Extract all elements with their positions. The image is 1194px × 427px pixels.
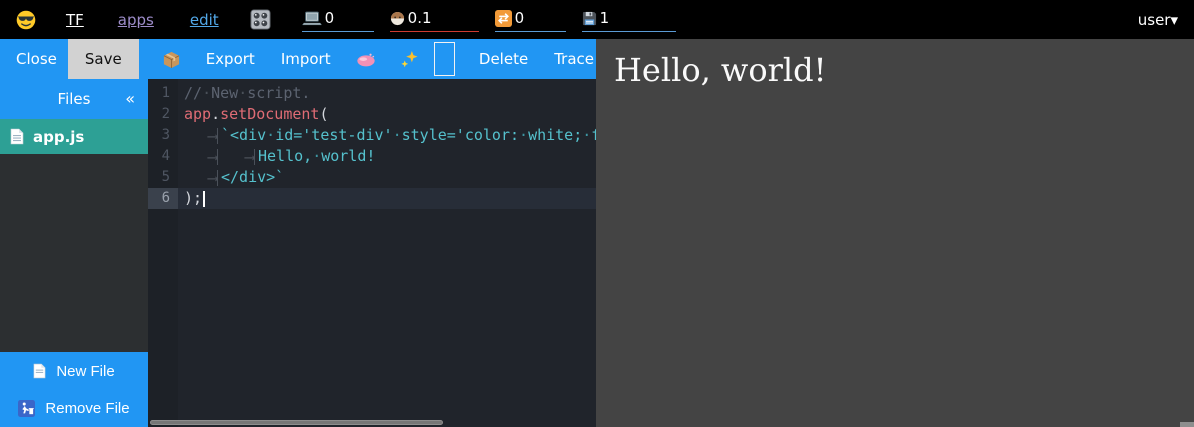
stat-field-floppy[interactable]: 1 [582, 8, 676, 32]
tab-whitespace-marker: ⟶ [221, 149, 255, 165]
editor-toolbar: Close Save Export Import [0, 39, 596, 79]
files-header: Files « [0, 79, 148, 119]
line-number: 2 [148, 104, 178, 125]
code-line: ); [178, 188, 596, 209]
tab-whitespace-marker: ⟶ [184, 149, 218, 165]
package-icon[interactable] [161, 39, 182, 79]
code-line: ⟶`<div·id='test-div'·style='color:·white… [178, 125, 596, 146]
line-number: 5 [148, 167, 178, 188]
repeat-arrows-icon [495, 10, 512, 27]
stat-value: 1 [600, 9, 610, 27]
editor-body: Files « app.j [0, 79, 596, 427]
ide-pane: Close Save Export Import [0, 39, 596, 427]
line-number: 3 [148, 125, 178, 146]
files-title: Files [58, 90, 91, 108]
stat-value: 0 [325, 9, 335, 27]
caret-down-icon: ▾ [1170, 11, 1178, 29]
file-name: app.js [33, 128, 84, 146]
remove-file-button[interactable]: Remove File [0, 390, 148, 427]
user-menu[interactable]: user▾ [1138, 11, 1178, 29]
file-item-appjs[interactable]: app.js [0, 119, 148, 154]
preview-pane: Hello, world! [596, 39, 1194, 427]
editor-gutter: 123456 [148, 79, 178, 427]
edit-link[interactable]: edit [190, 11, 219, 29]
control-knobs-icon[interactable] [250, 9, 271, 30]
stat-value: 0.1 [408, 9, 432, 27]
line-number: 6 [148, 188, 178, 209]
close-button[interactable]: Close [14, 39, 59, 79]
soap-icon[interactable] [355, 39, 377, 79]
save-button[interactable]: Save [68, 39, 139, 79]
stat-field-repeat[interactable]: 0 [495, 8, 566, 32]
line-number: 4 [148, 146, 178, 167]
tab-whitespace-marker: ⟶ [184, 128, 218, 144]
stat-field-hamster[interactable]: 0.1 [390, 8, 479, 32]
tab-whitespace-marker: ⟶ [184, 170, 218, 186]
smiley-sunglasses-icon[interactable] [16, 10, 36, 30]
scrollbar-corner [1180, 422, 1194, 427]
stat-field-laptop[interactable]: 0 [302, 8, 374, 32]
top-bar: TF apps edit 0 [0, 0, 1194, 39]
new-file-icon [33, 363, 46, 379]
editor-code[interactable]: //·New·script.app.setDocument(⟶`<div·id=… [178, 79, 596, 427]
horizontal-scrollbar-thumb[interactable] [150, 420, 443, 425]
floppy-disk-icon [582, 11, 597, 26]
laptop-icon [302, 11, 322, 26]
line-number: 1 [148, 83, 178, 104]
code-line: ⟶⟶Hello,·world! [178, 146, 596, 167]
code-editor: 123456 //·New·script.app.setDocument(⟶`<… [148, 79, 596, 427]
code-line: app.setDocument( [178, 104, 596, 125]
stat-value: 0 [515, 9, 525, 27]
export-button[interactable]: Export [204, 39, 257, 79]
sidebar-spacer [0, 154, 148, 352]
app-window: TF apps edit 0 [0, 0, 1194, 427]
code-line: ⟶</div>` [178, 167, 596, 188]
code-line: //·New·script. [178, 83, 596, 104]
collapse-chevron-icon[interactable]: « [125, 89, 135, 108]
import-button[interactable]: Import [279, 39, 333, 79]
sparkles-icon[interactable] [399, 39, 420, 79]
apps-link[interactable]: apps [118, 11, 154, 29]
text-cursor [203, 191, 205, 207]
document-icon [10, 128, 24, 145]
litter-bin-icon [18, 400, 35, 417]
new-file-button[interactable]: New File [0, 352, 148, 390]
delete-button[interactable]: Delete [477, 39, 530, 79]
files-sidebar: Files « app.j [0, 79, 148, 427]
tf-link[interactable]: TF [66, 11, 84, 29]
hamster-icon [390, 11, 405, 26]
preview-heading: Hello, world! [614, 51, 1194, 89]
main-area: Close Save Export Import [0, 39, 1194, 427]
toolbar-empty-box[interactable] [434, 42, 455, 76]
trace-button[interactable]: Trace [552, 39, 596, 79]
